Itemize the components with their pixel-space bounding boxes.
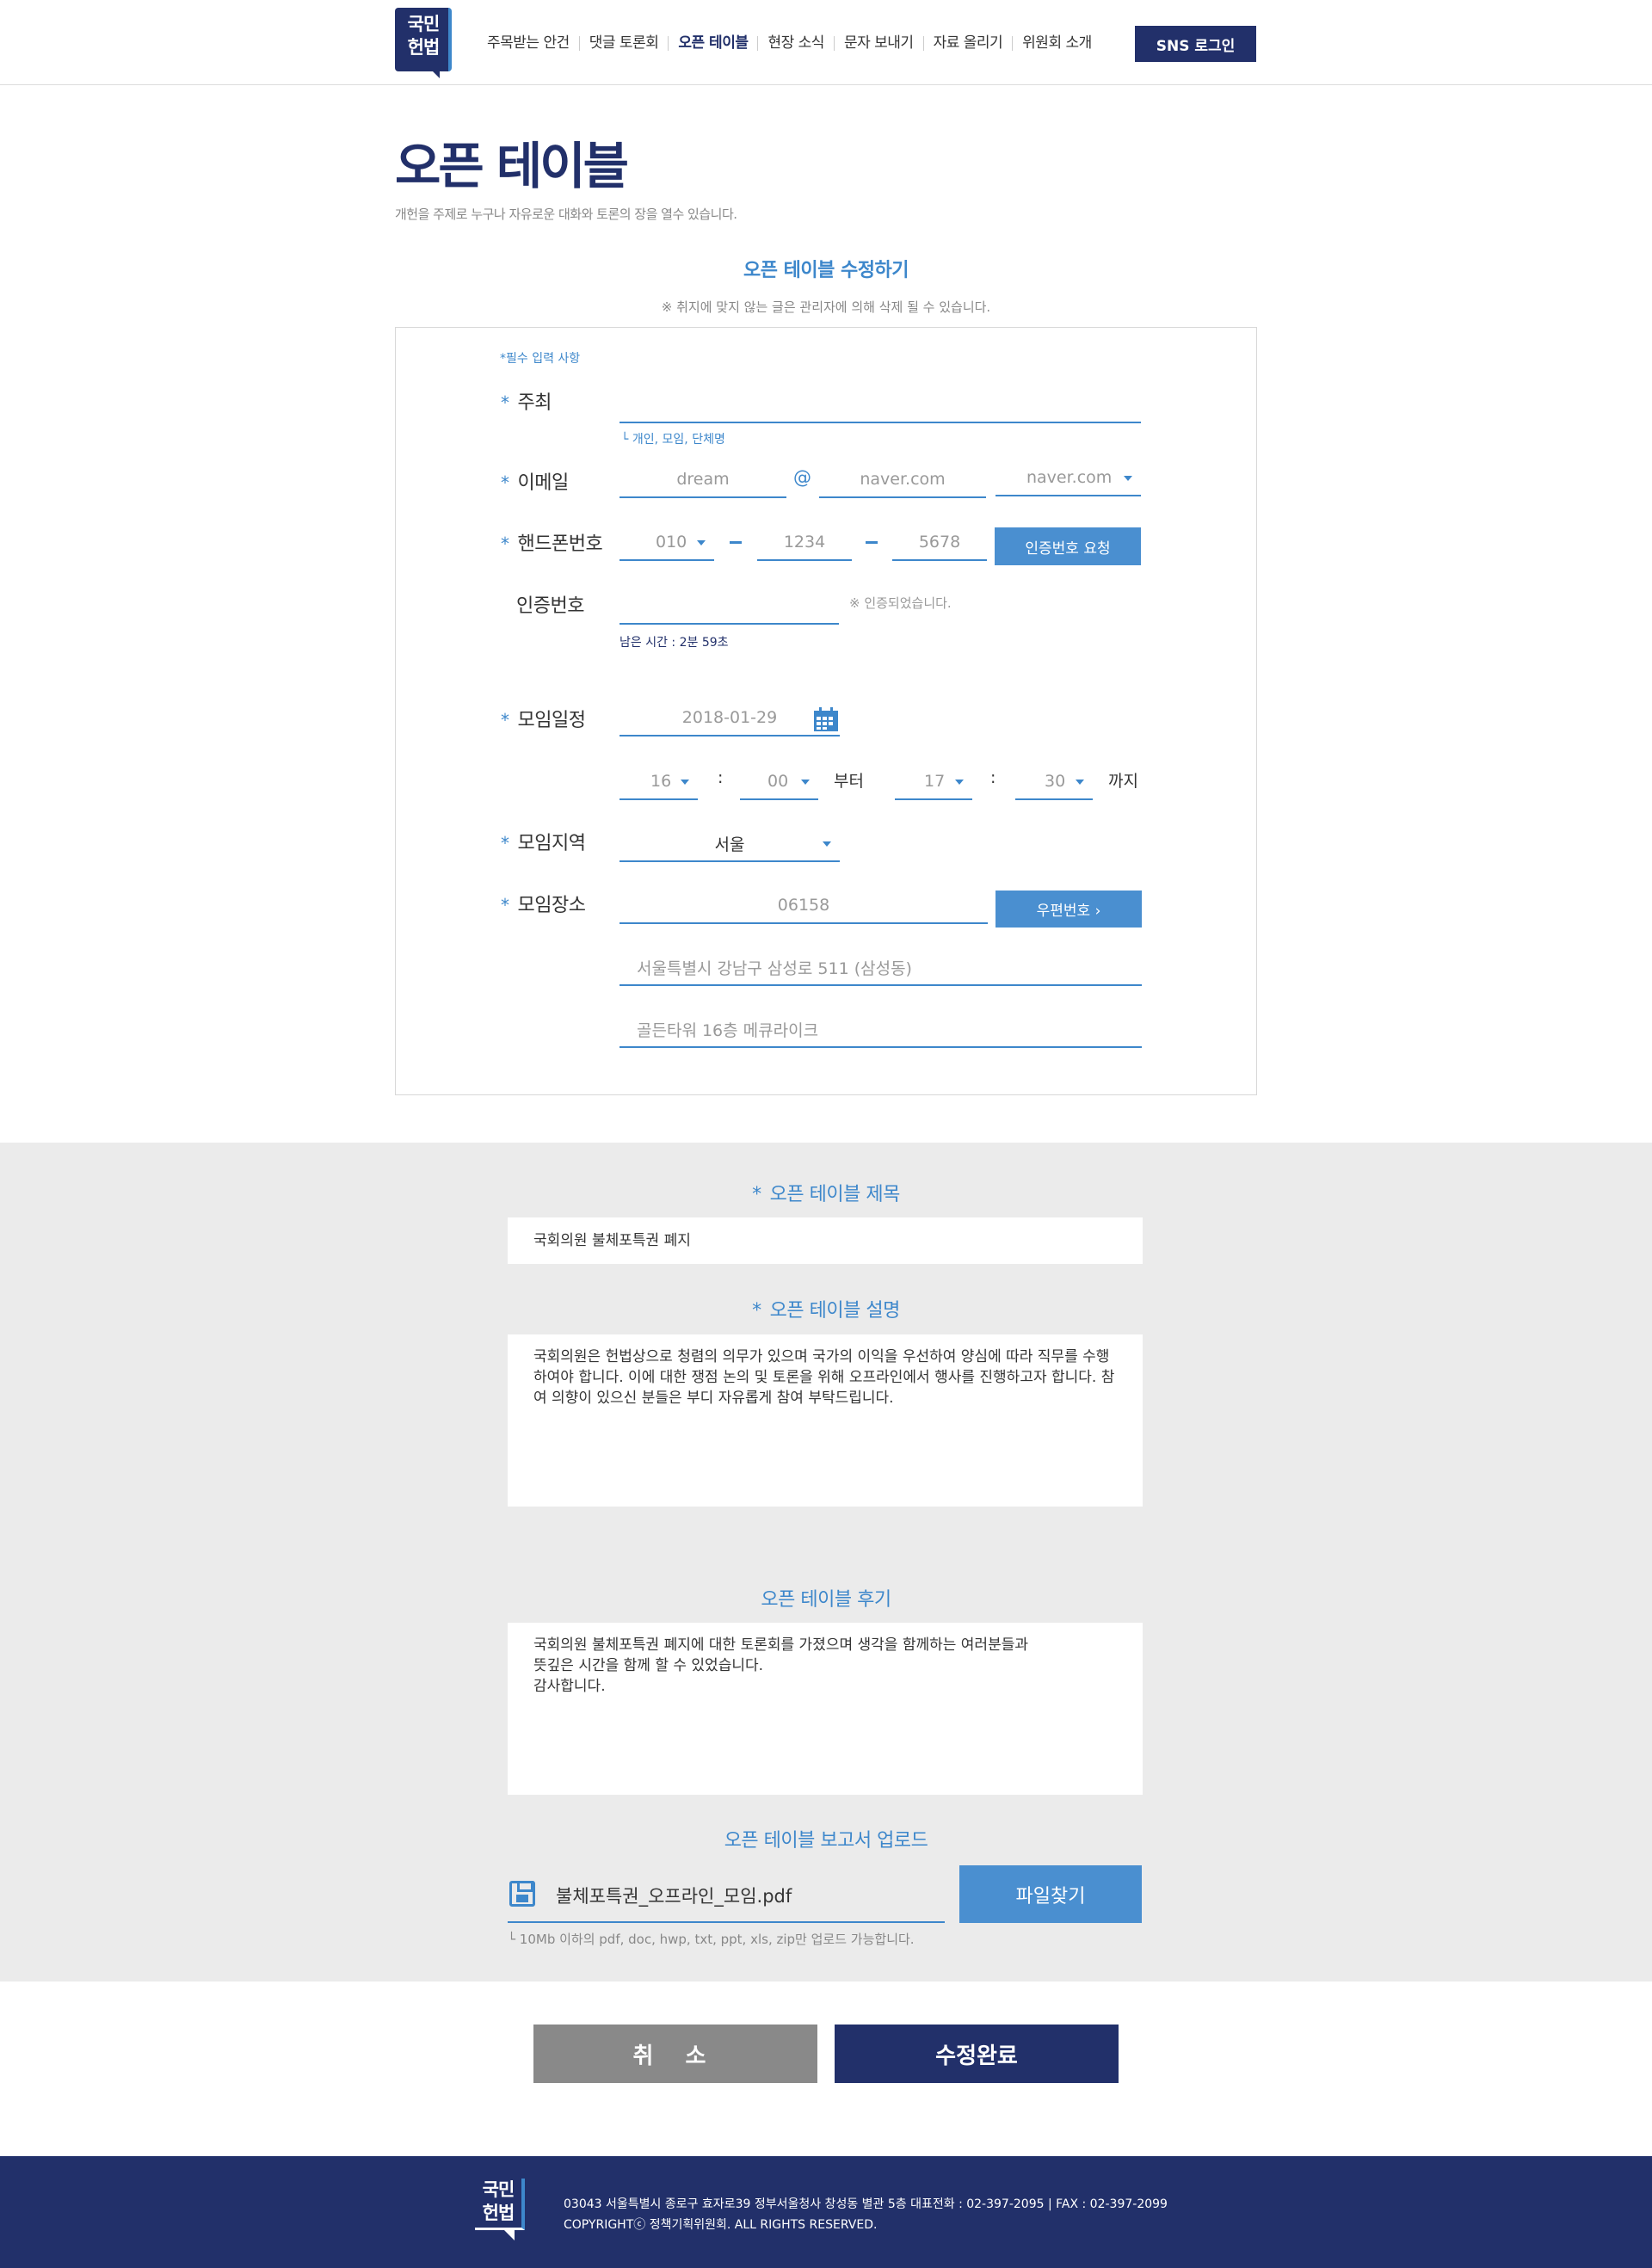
schedule-label: * 모임일정 — [501, 710, 586, 731]
site-header: 국민 헌법 주목받는 안건 댓글 토론회 오픈 테이블 현장 소식 문자 보내기… — [0, 0, 1652, 85]
nav-item-send-text[interactable]: 문자 보내기 — [833, 35, 923, 51]
nav-item-field-news[interactable]: 현장 소식 — [757, 35, 833, 51]
phone-dash — [730, 541, 742, 544]
chevron-down-icon — [801, 780, 810, 785]
start-hour-select[interactable]: 16 — [620, 764, 698, 800]
chevron-down-icon — [681, 780, 689, 785]
table-description-label: * 오픈 테이블 설명 — [752, 1300, 900, 1322]
region-label: * 모임지역 — [501, 833, 586, 854]
email-label: * 이메일 — [501, 472, 569, 494]
file-input[interactable]: 불체포특권_오프라인_모임.pdf — [508, 1865, 945, 1923]
phone-prefix-select[interactable]: 010 — [620, 525, 714, 561]
details-section — [0, 1143, 1652, 1981]
required-note: *필수 입력 사항 — [500, 352, 581, 366]
end-hour-select[interactable]: 17 — [895, 764, 972, 800]
nav-item-comments[interactable]: 댓글 토론회 — [578, 35, 669, 51]
email-at: @ — [793, 467, 811, 488]
main-nav: 주목받는 안건 댓글 토론회 오픈 테이블 현장 소식 문자 보내기 자료 올리… — [487, 31, 1101, 55]
chevron-down-icon — [697, 540, 706, 545]
region-select[interactable]: 서울 — [620, 826, 840, 862]
request-code-button[interactable]: 인증번호 요청 — [995, 527, 1141, 565]
verify-code-input[interactable] — [620, 589, 839, 625]
logo-line2: 헌법 — [407, 37, 441, 58]
nav-item-upload[interactable]: 자료 올리기 — [922, 35, 1013, 51]
footer-logo: 국민 헌법 — [475, 2179, 528, 2240]
address-line1-input[interactable]: 서울특별시 강남구 삼성로 511 (삼성동) — [620, 950, 1142, 986]
report-upload-label: 오픈 테이블 보고서 업로드 — [724, 1830, 928, 1852]
chevron-down-icon — [1076, 780, 1084, 785]
email-id-input[interactable]: dream — [620, 462, 786, 498]
end-minute-select[interactable]: 30 — [1015, 764, 1093, 800]
nav-item-about[interactable]: 위원회 소개 — [1012, 35, 1101, 51]
host-hint: └ 개인, 모임, 단체명 — [621, 433, 725, 447]
deletion-notice: ※ 취지에 맞지 않는 글은 관리자에 의해 삭제 될 수 있습니다. — [661, 299, 991, 315]
site-logo[interactable]: 국민 헌법 — [395, 8, 453, 80]
nav-item-featured[interactable]: 주목받는 안건 — [487, 35, 579, 51]
zipcode-search-button[interactable]: 우편번호 › — [996, 891, 1142, 928]
table-review-textarea[interactable]: 국회의원 불체포특권 폐지에 대한 토론회를 가졌으며 생각을 함께하는 여러분… — [508, 1623, 1143, 1795]
table-description-textarea[interactable]: 국회의원은 헌법상으로 청렴의 의무가 있으며 국가의 이익을 우선하여 양심에… — [508, 1334, 1143, 1507]
save-file-icon — [509, 1881, 535, 1907]
page-title: 오픈 테이블 — [395, 137, 629, 195]
nav-item-open-table[interactable]: 오픈 테이블 — [668, 35, 757, 51]
phone-last-input[interactable]: 5678 — [892, 525, 987, 561]
file-name: 불체포특권_오프라인_모임.pdf — [556, 1886, 792, 1907]
phone-middle-input[interactable]: 1234 — [757, 525, 852, 561]
date-input[interactable]: 2018-01-29 — [620, 700, 840, 736]
page-subtitle: 개헌을 주제로 누구나 자유로운 대화와 토론의 장을 열수 있습니다. — [395, 206, 737, 222]
chevron-down-icon — [1124, 476, 1132, 481]
browse-file-button[interactable]: 파일찾기 — [959, 1865, 1142, 1923]
phone-label: * 핸드폰번호 — [501, 533, 603, 555]
host-input[interactable] — [620, 387, 1141, 423]
phone-dash — [866, 541, 878, 544]
table-title-label: * 오픈 테이블 제목 — [752, 1184, 900, 1205]
calendar-icon[interactable] — [812, 706, 840, 733]
file-upload-note: └ 10Mb 이하의 pdf, doc, hwp, txt, ppt, xls,… — [508, 1932, 915, 1947]
time-colon: : — [718, 768, 724, 787]
address-line2-input[interactable]: 골든타워 16층 메큐라이크 — [620, 1012, 1142, 1048]
from-label: 부터 — [834, 772, 864, 791]
footer-copyright: COPYRIGHTⓒ 정책기획위원회. ALL RIGHTS RESERVED. — [564, 2218, 878, 2232]
start-minute-select[interactable]: 00 — [740, 764, 818, 800]
site-footer: 국민 헌법 03043 서울특별시 종로구 효자로39 정부서울청사 창성동 별… — [0, 2156, 1652, 2268]
email-domain-select[interactable]: naver.com — [996, 460, 1141, 496]
footer-info: 03043 서울특별시 종로구 효자로39 정부서울청사 창성동 별관 5층 대… — [564, 2194, 1168, 2235]
verify-timer: 남은 시간 : 2분 59초 — [620, 636, 729, 650]
host-label: * 주최 — [501, 392, 552, 414]
email-domain-input[interactable]: naver.com — [819, 462, 986, 498]
until-label: 까지 — [1108, 772, 1138, 791]
logo-line1: 국민 — [407, 14, 441, 34]
verify-status: ※ 인증되었습니다. — [849, 595, 952, 611]
zipcode-input[interactable]: 06158 — [620, 888, 988, 924]
chevron-down-icon — [955, 780, 964, 785]
table-review-label: 오픈 테이블 후기 — [761, 1589, 891, 1611]
submit-button[interactable]: 수정완료 — [835, 2025, 1119, 2083]
footer-address: 03043 서울특별시 종로구 효자로39 정부서울청사 창성동 별관 5층 대… — [564, 2197, 1168, 2211]
verify-label: 인증번호 — [516, 595, 584, 617]
sns-login-button[interactable]: SNS 로그인 — [1135, 26, 1256, 62]
time-colon: : — [990, 768, 996, 787]
place-label: * 모임장소 — [501, 895, 586, 916]
cancel-button[interactable]: 취 소 — [533, 2025, 817, 2083]
section-title: 오픈 테이블 수정하기 — [743, 260, 909, 281]
table-title-input[interactable]: 국회의원 불체포특권 폐지 — [508, 1217, 1143, 1264]
chevron-down-icon — [823, 841, 831, 847]
